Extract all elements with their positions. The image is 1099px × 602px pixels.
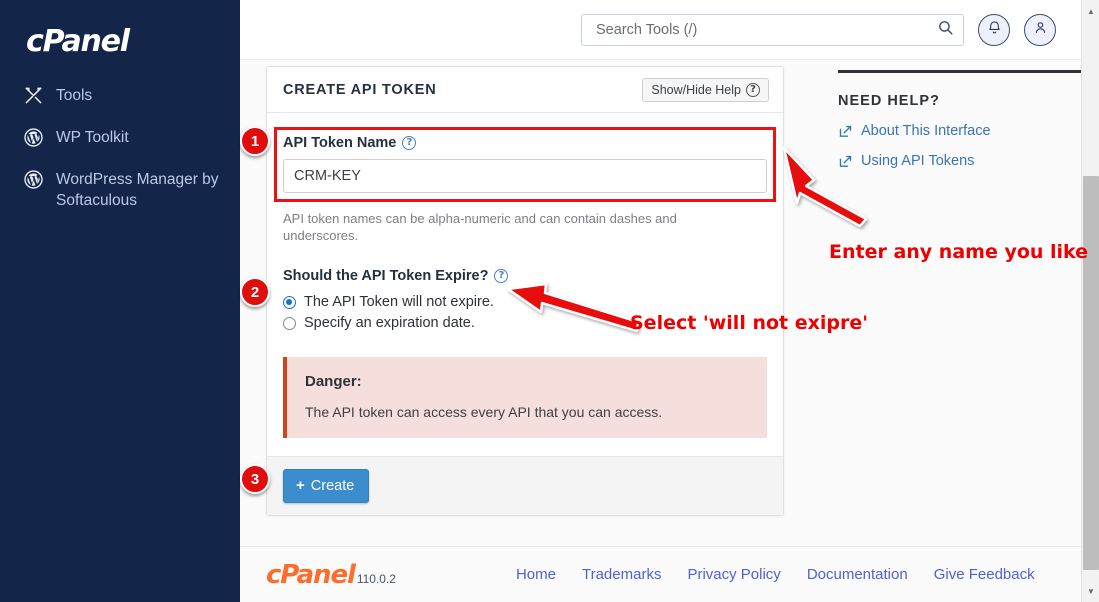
content-area: CREATE API TOKEN Show/Hide Help ? API To… [240,60,1099,602]
search-input[interactable] [594,20,937,39]
account-button[interactable] [1024,13,1056,46]
danger-alert: Danger: The API token can access every A… [283,357,767,438]
api-token-name-input[interactable] [283,159,767,193]
show-hide-help-label: Show/Hide Help [651,82,741,97]
footer-link-trademarks[interactable]: Trademarks [582,566,661,583]
left-sidebar: cPanel Tools WP Toolkit WordPress Manage… [0,0,240,602]
radio-button-unselected[interactable] [283,316,296,330]
version-label: 110.0.2 [356,571,396,586]
radio-button-selected[interactable] [283,295,296,309]
cpanel-app: cPanel Tools WP Toolkit WordPress Manage… [0,0,1099,602]
scroll-down-arrow-icon[interactable]: ▼ [1082,582,1099,600]
cpanel-logo[interactable]: cPanel [0,0,240,74]
footer-logo: cPanel 110.0.2 [240,560,396,590]
tools-icon [22,84,44,106]
create-button-label: Create [310,477,355,494]
cpanel-logo-text: cPanel [26,24,130,59]
help-column: NEED HELP? About This Interface Using AP… [824,60,1099,602]
right-pane: CREATE API TOKEN Show/Hide Help ? API To… [240,0,1099,602]
footer-link-privacy-policy[interactable]: Privacy Policy [687,566,780,583]
scrollbar-thumb[interactable] [1083,176,1099,570]
token-name-group: API Token Name ? [274,127,776,202]
token-name-label: API Token Name [283,135,397,151]
bell-icon [987,20,1002,40]
notifications-button[interactable] [978,13,1010,46]
page-title: CREATE API TOKEN [283,81,437,98]
radio-specify-expiration[interactable]: Specify an expiration date. [283,313,767,333]
footer-links: Home Trademarks Privacy Policy Documenta… [516,566,1035,583]
sidebar-item-wordpress-manager[interactable]: WordPress Manager by Softaculous [0,158,240,221]
footer-link-documentation[interactable]: Documentation [807,566,908,583]
card-footer: + Create [267,456,783,515]
page-footer: cPanel 110.0.2 Home Trademarks Privacy P… [240,546,1099,602]
divider [838,70,1084,73]
external-link-icon [838,154,853,169]
question-mark-icon: ? [746,82,760,97]
top-header [240,0,1099,60]
radio-no-expire[interactable]: The API Token will not expire. [283,292,767,312]
card-body: API Token Name ? API token names can be … [267,113,783,456]
user-icon [1033,20,1048,40]
main-column: CREATE API TOKEN Show/Hide Help ? API To… [240,60,824,602]
question-mark-icon[interactable]: ? [494,269,509,283]
question-mark-icon[interactable]: ? [402,136,417,150]
sidebar-item-tools[interactable]: Tools [0,74,240,116]
token-name-hint: API token names can be alpha-numeric and… [283,211,677,243]
footer-link-give-feedback[interactable]: Give Feedback [934,566,1035,583]
help-link-about-this-interface[interactable]: About This Interface [838,123,1099,139]
danger-title: Danger: [305,373,362,390]
danger-text: The API token can access every API that … [305,404,663,420]
search-icon[interactable] [937,19,954,41]
token-name-label-row: API Token Name ? [283,135,767,151]
footer-logo-text: cPanel [266,559,356,590]
show-hide-help-button[interactable]: Show/Hide Help ? [642,77,769,102]
footer-link-home[interactable]: Home [516,566,556,583]
help-link-using-api-tokens[interactable]: Using API Tokens [838,153,1099,169]
plus-icon: + [296,477,305,494]
create-button[interactable]: + Create [283,469,370,503]
search-box[interactable] [581,13,964,46]
wordpress-icon [22,168,44,190]
external-link-icon [838,124,853,139]
sidebar-item-label: WP Toolkit [56,129,129,146]
scroll-up-arrow-icon[interactable]: ▲ [1082,2,1099,20]
help-link-label: About This Interface [861,123,991,139]
need-help-heading: NEED HELP? [838,93,940,109]
create-api-token-card: CREATE API TOKEN Show/Hide Help ? API To… [266,66,784,516]
sidebar-item-wp-toolkit[interactable]: WP Toolkit [0,116,240,158]
sidebar-item-label: Tools [56,87,93,104]
card-header: CREATE API TOKEN Show/Hide Help ? [267,67,783,113]
wordpress-icon [22,126,44,148]
sidebar-item-label: WordPress Manager by Softaculous [56,171,219,209]
vertical-scrollbar[interactable]: ▲ ▼ [1081,0,1099,602]
expire-label-row: Should the API Token Expire? ? [283,268,767,284]
help-link-label: Using API Tokens [861,153,975,169]
expire-question-label: Should the API Token Expire? [283,268,489,284]
radio-label: Specify an expiration date. [304,315,475,331]
radio-label: The API Token will not expire. [304,294,494,310]
